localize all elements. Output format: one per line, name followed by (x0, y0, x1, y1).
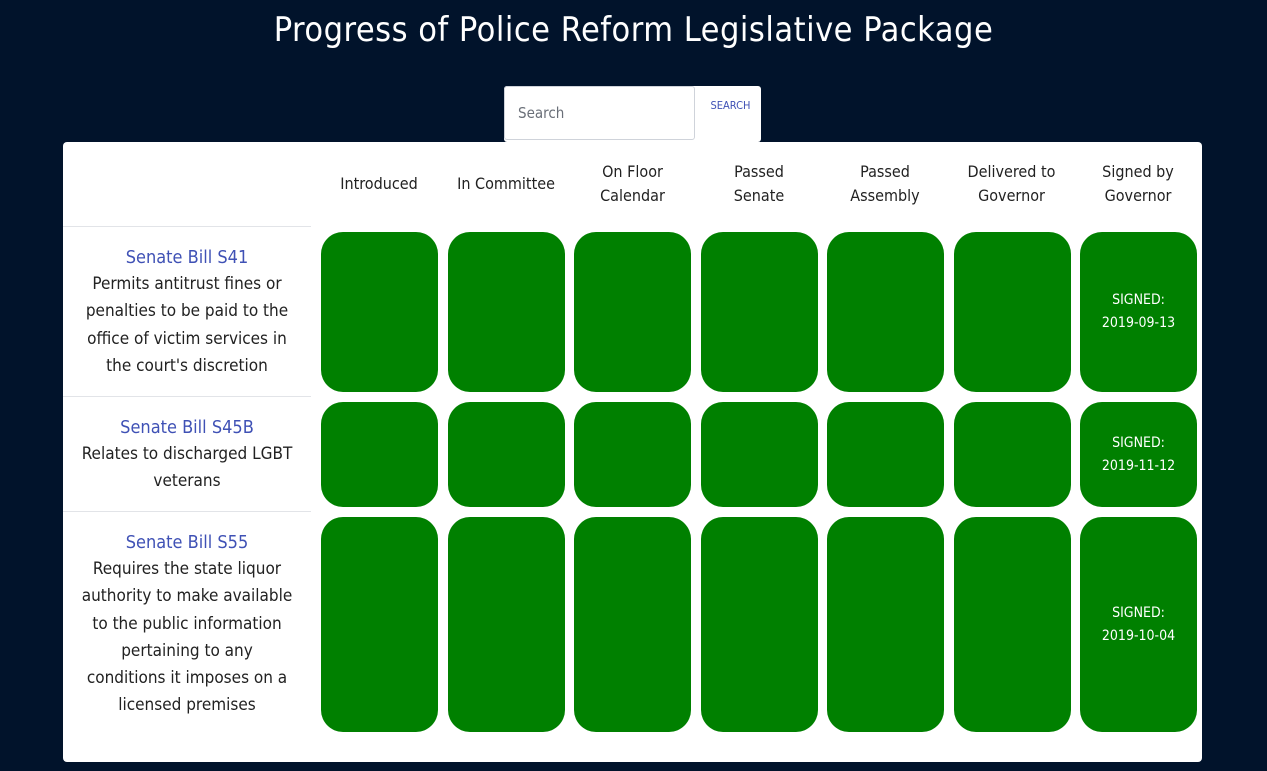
bill-description: Requires the state liquor authority to m… (81, 559, 293, 716)
stage-cell-delivered-to-governor (954, 232, 1071, 392)
stage-cell-passed-senate (701, 232, 818, 392)
column-header-introduced: Introduced (340, 174, 418, 193)
stage-cell-delivered-to-governor (954, 517, 1071, 732)
search-input[interactable] (504, 86, 695, 140)
bill-description: Permits antitrust fines or penalties to … (85, 274, 289, 376)
signed-date: 2019-11-12 (1101, 457, 1176, 474)
bill-row-label: Senate Bill S55 Requires the state liquo… (63, 511, 311, 771)
page-title: Progress of Police Reform Legislative Pa… (273, 10, 994, 50)
stage-cell-signed-by-governor: SIGNED: 2019-09-13 (1080, 232, 1197, 392)
stage-cell-passed-assembly (827, 232, 944, 392)
stage-cell-delivered-to-governor (954, 402, 1071, 507)
stage-cell-passed-assembly (827, 517, 944, 732)
search-bar: SEARCH (504, 86, 761, 142)
bill-description: Relates to discharged LGBT veterans (81, 444, 293, 492)
bill-link[interactable]: Senate Bill S55 (63, 529, 311, 556)
progress-table: Introduced In Committee On Floor Calenda… (63, 142, 1202, 762)
signed-label: SIGNED: (1112, 292, 1165, 308)
stage-cell-introduced (321, 517, 438, 732)
bill-link[interactable]: Senate Bill S45B (63, 414, 311, 441)
search-button[interactable]: SEARCH (700, 86, 761, 124)
stage-cell-introduced (321, 402, 438, 507)
column-header-passed-senate: Passed Senate (733, 162, 785, 205)
stage-cell-passed-senate (701, 402, 818, 507)
stage-cell-on-floor-calendar (574, 402, 691, 507)
stage-cell-introduced (321, 232, 438, 392)
stage-cell-in-committee (448, 517, 565, 732)
stage-cell-passed-assembly (827, 402, 944, 507)
signed-date: 2019-10-04 (1101, 627, 1176, 644)
signed-date: 2019-09-13 (1101, 315, 1176, 331)
bill-link[interactable]: Senate Bill S41 (63, 244, 311, 271)
stage-cell-in-committee (448, 232, 565, 392)
stage-cell-passed-senate (701, 517, 818, 732)
bill-row-label: Senate Bill S45B Relates to discharged L… (63, 396, 311, 511)
column-header-on-floor-calendar: On Floor Calendar (600, 162, 665, 205)
column-header-delivered-to-governor: Delivered to Governor (967, 162, 1056, 205)
bill-row-label: Senate Bill S41 Permits antitrust fines … (63, 226, 311, 396)
stage-cell-signed-by-governor: SIGNED: 2019-10-04 (1080, 517, 1197, 732)
column-header-passed-assembly: Passed Assembly (850, 162, 920, 205)
stage-cell-on-floor-calendar (574, 232, 691, 392)
stage-cell-signed-by-governor: SIGNED: 2019-11-12 (1080, 402, 1197, 507)
column-header-signed-by-governor: Signed by Governor (1102, 162, 1174, 205)
signed-label: SIGNED: (1112, 604, 1165, 621)
signed-label: SIGNED: (1112, 434, 1165, 451)
column-header-in-committee: In Committee (457, 174, 555, 193)
stage-cell-in-committee (448, 402, 565, 507)
stage-cell-on-floor-calendar (574, 517, 691, 732)
